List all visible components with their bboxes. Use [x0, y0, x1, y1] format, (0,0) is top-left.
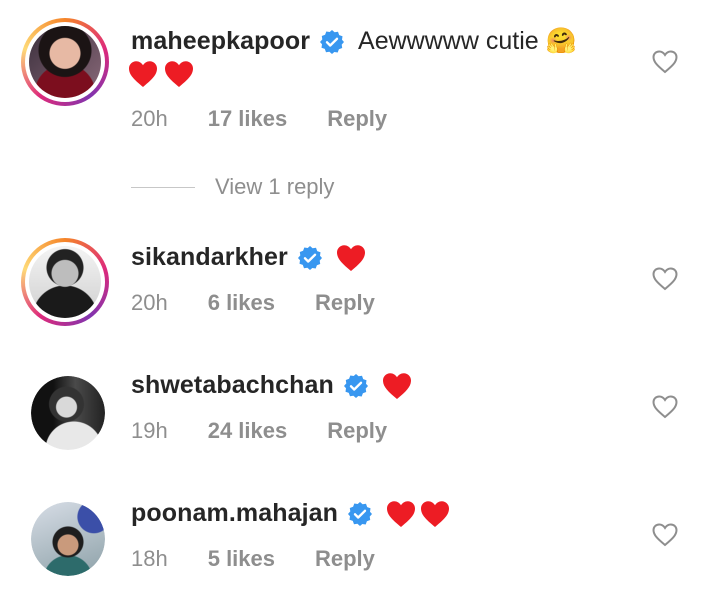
heart-outline-icon[interactable]: [652, 267, 678, 291]
red-heart-icon: [387, 500, 415, 527]
verified-badge-icon: [320, 29, 345, 54]
comment-likes[interactable]: 24 likes: [208, 418, 288, 444]
red-heart-icon: [382, 372, 411, 399]
red-heart-icon: [421, 500, 449, 527]
comment-username[interactable]: sikandarkher: [131, 243, 288, 272]
verified-badge-icon: [348, 501, 372, 526]
view-replies-button[interactable]: View 1 reply: [131, 174, 334, 200]
reply-button[interactable]: Reply: [327, 106, 387, 132]
comment-time: 18h: [131, 546, 168, 571]
avatar[interactable]: [21, 18, 109, 106]
comment-time: 20h: [131, 106, 168, 131]
red-heart-icon: [129, 61, 157, 87]
comment-username[interactable]: poonam.mahajan: [131, 499, 338, 528]
comment-hearts: [128, 60, 194, 88]
comment-text: Aewwwww cutie 🤗: [358, 27, 577, 55]
heart-outline-icon[interactable]: [652, 50, 678, 74]
avatar[interactable]: [31, 376, 105, 450]
verified-badge-icon: [297, 245, 322, 270]
reply-button[interactable]: Reply: [327, 418, 387, 444]
comment-likes[interactable]: 5 likes: [208, 546, 275, 572]
heart-outline-icon[interactable]: [652, 395, 678, 419]
reply-button[interactable]: Reply: [315, 290, 375, 316]
view-replies-label: View 1 reply: [215, 174, 335, 199]
verified-badge-icon: [343, 373, 368, 398]
comment-time: 19h: [131, 418, 168, 443]
avatar[interactable]: [21, 238, 109, 326]
red-heart-icon: [336, 244, 365, 271]
comment-username[interactable]: shwetabachchan: [131, 371, 334, 400]
comment-likes[interactable]: 6 likes: [208, 290, 275, 316]
reply-button[interactable]: Reply: [315, 546, 375, 572]
comment-username[interactable]: maheepkapoor: [131, 27, 310, 56]
comment-time: 20h: [131, 290, 168, 315]
heart-outline-icon[interactable]: [652, 523, 678, 547]
red-heart-icon: [165, 61, 193, 87]
comment-likes[interactable]: 17 likes: [208, 106, 288, 132]
divider: [131, 186, 195, 188]
avatar[interactable]: [31, 502, 105, 576]
